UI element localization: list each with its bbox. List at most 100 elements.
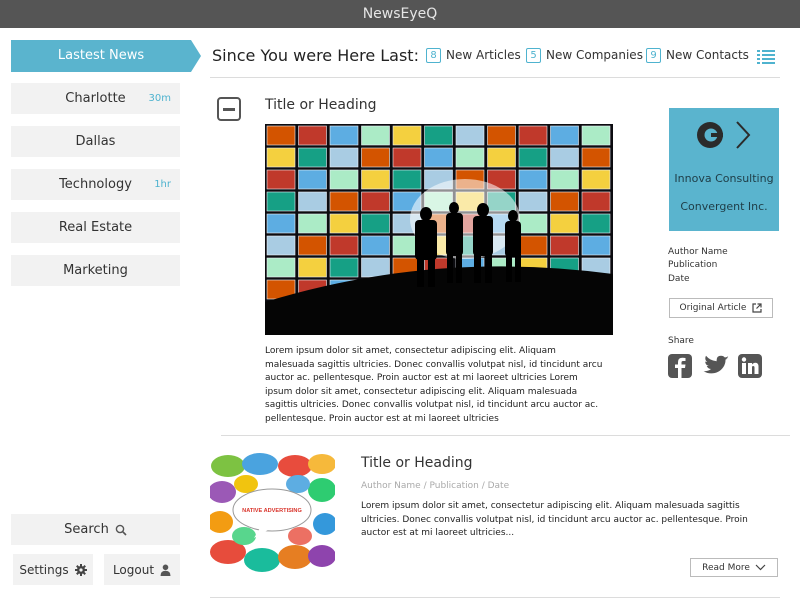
video-tile xyxy=(550,169,579,190)
article-title: Title or Heading xyxy=(361,455,473,471)
sidebar-item-label: Dallas xyxy=(75,134,116,149)
video-tile xyxy=(581,147,611,168)
article-date: Date xyxy=(668,274,690,284)
video-tile xyxy=(361,257,390,278)
body-line: ultricies. Donec convallis volutpat nisl… xyxy=(361,514,748,525)
related-companies-card[interactable]: Innova Consulting Convergent Inc. xyxy=(669,108,779,231)
sidebar-item-dallas[interactable]: Dallas xyxy=(11,126,180,157)
new-contacts-link[interactable]: 9 New Contacts xyxy=(646,48,749,63)
video-tile xyxy=(361,191,390,212)
list-view-icon[interactable] xyxy=(757,49,775,65)
logout-label: Logout xyxy=(112,562,155,577)
video-tile xyxy=(361,213,390,234)
sidebar-item-latest-news[interactable]: Lastest News xyxy=(11,40,201,72)
video-tile xyxy=(298,169,327,190)
read-more-button[interactable]: Read More xyxy=(690,558,778,577)
linkedin-icon[interactable] xyxy=(737,353,763,379)
collapse-button[interactable] xyxy=(217,97,241,121)
video-tile xyxy=(424,147,453,168)
body-line: malesuada sagittis ultricies. Donec conv… xyxy=(265,359,603,370)
read-more-label: Read More xyxy=(702,562,750,573)
video-tile xyxy=(487,125,516,146)
company-name[interactable]: Convergent Inc. xyxy=(669,200,779,213)
app-title: NewsEyeQ xyxy=(362,6,438,22)
video-tile xyxy=(298,235,327,256)
bubble-text: NATIVE ADVERTISING xyxy=(242,508,302,514)
video-tile xyxy=(298,125,327,146)
search-button[interactable]: Search xyxy=(11,514,180,545)
body-line: Lorem ipsum dolor sit amet, consectetur … xyxy=(265,346,556,356)
video-tile xyxy=(329,213,359,234)
article-hero-image xyxy=(265,124,613,335)
video-tile xyxy=(392,125,422,146)
company-name[interactable]: Innova Consulting xyxy=(669,172,779,185)
external-link-icon xyxy=(752,303,763,313)
new-articles-link[interactable]: 8 New Articles xyxy=(426,48,521,63)
video-tile xyxy=(581,213,611,234)
new-companies-link[interactable]: 5 New Companies xyxy=(526,48,643,63)
body-line: sagittis ultricies. Donec convallis volu… xyxy=(265,400,599,411)
search-label: Search xyxy=(64,522,109,537)
facebook-icon[interactable] xyxy=(667,353,693,379)
video-tile xyxy=(266,257,296,278)
body-line: ipsum dolor sit amet, consectetur adipis… xyxy=(265,386,578,397)
sidebar-item-technology[interactable]: Technology 1hr xyxy=(11,169,180,200)
article-meta: Author Name / Publication / Date xyxy=(361,481,510,491)
article-title: Title or Heading xyxy=(265,97,377,113)
video-tile xyxy=(266,213,296,234)
video-tile xyxy=(361,125,390,146)
article-divider xyxy=(210,597,780,598)
new-contacts-label: New Contacts xyxy=(666,48,749,62)
video-tile xyxy=(266,191,296,212)
new-articles-count: 8 xyxy=(426,48,441,63)
video-wall-image xyxy=(265,124,613,335)
settings-label: Settings xyxy=(19,562,69,577)
video-tile xyxy=(298,147,327,168)
original-article-button[interactable]: Original Article xyxy=(669,298,773,318)
author-name: Author Name xyxy=(668,247,728,257)
video-tile xyxy=(550,147,579,168)
video-tile xyxy=(550,235,579,256)
video-tile xyxy=(550,191,579,212)
twitter-icon[interactable] xyxy=(702,353,730,379)
video-tile xyxy=(581,191,611,212)
video-tile xyxy=(266,125,296,146)
video-tile xyxy=(487,147,516,168)
body-line: auctor est at mi laoreet ultricies... xyxy=(361,528,515,539)
sidebar-item-real-estate[interactable]: Real Estate xyxy=(11,212,180,243)
sidebar-item-label: Lastest News xyxy=(57,48,145,63)
new-articles-label: New Articles xyxy=(446,48,521,62)
time-badge: 1hr xyxy=(154,179,171,190)
article-thumbnail: NATIVE ADVERTISING xyxy=(210,452,335,577)
video-tile xyxy=(298,213,327,234)
video-tile xyxy=(329,125,359,146)
video-tile xyxy=(266,147,296,168)
video-tile xyxy=(518,213,548,234)
since-last-visit-label: Since You were Here Last: xyxy=(212,46,419,65)
video-tile xyxy=(329,235,359,256)
video-tile xyxy=(361,147,390,168)
header-divider xyxy=(210,77,780,78)
video-tile xyxy=(518,169,548,190)
article-divider xyxy=(221,435,790,436)
video-tile xyxy=(550,213,579,234)
body-line: pellentesque. Proin auctor est at mi lao… xyxy=(265,413,499,424)
article-body: Lorem ipsum dolor sit amet, consectetur … xyxy=(361,500,779,541)
video-tile xyxy=(455,125,485,146)
video-tile xyxy=(329,147,359,168)
video-tile xyxy=(329,191,359,212)
speech-bubbles-image: NATIVE ADVERTISING xyxy=(210,453,335,572)
video-tile xyxy=(550,125,579,146)
company-logo-icon xyxy=(697,121,751,149)
logout-button[interactable]: Logout xyxy=(104,554,180,585)
settings-button[interactable]: Settings xyxy=(13,554,93,585)
sidebar-item-label: Marketing xyxy=(63,263,128,278)
new-companies-label: New Companies xyxy=(546,48,643,62)
publication-name: Publication xyxy=(668,260,718,270)
new-contacts-count: 9 xyxy=(646,48,661,63)
video-tile xyxy=(581,235,611,256)
video-tile xyxy=(329,257,359,278)
sidebar-item-charlotte[interactable]: Charlotte 30m xyxy=(11,83,180,114)
sidebar-item-marketing[interactable]: Marketing xyxy=(11,255,180,286)
video-tile xyxy=(361,235,390,256)
